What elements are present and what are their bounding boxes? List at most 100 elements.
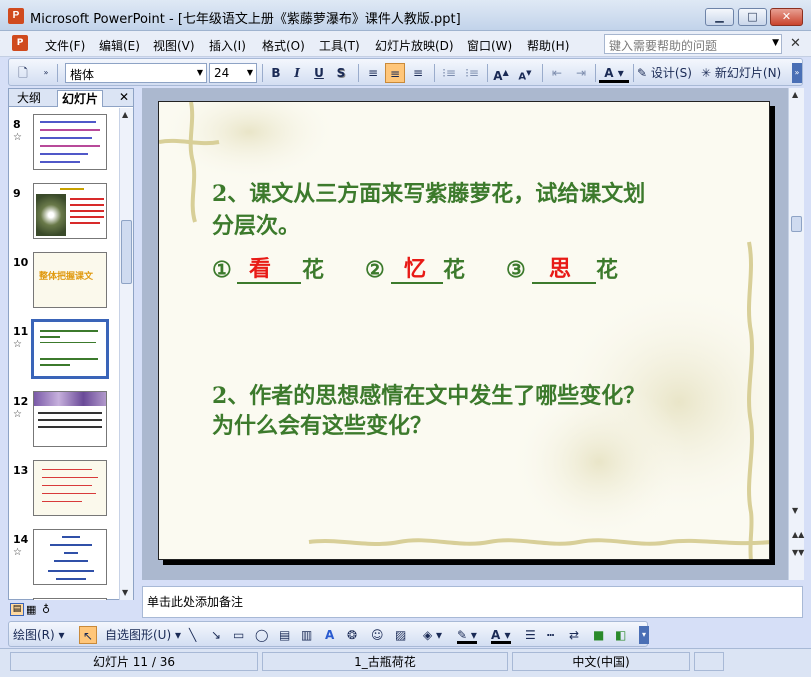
powerpoint-icon[interactable]: P — [8, 8, 24, 24]
status-bar: 幻灯片 11 / 36 1_古瓶荷花 中文(中国) — [0, 648, 811, 677]
line-icon[interactable]: ╲ — [189, 626, 196, 644]
arrow-style-icon[interactable]: ⇄ — [569, 626, 579, 644]
decrease-font-icon[interactable]: A▼ — [515, 63, 535, 83]
design-template-status[interactable]: 1_古瓶荷花 — [262, 652, 508, 671]
tab-slides[interactable]: 幻灯片 — [57, 90, 104, 107]
underline-button[interactable]: U — [310, 63, 328, 83]
slide-thumbnail-12[interactable] — [33, 391, 107, 447]
toolbar-options-icon[interactable]: » — [41, 63, 51, 83]
close-document-icon[interactable]: ✕ — [790, 36, 801, 51]
increase-indent-icon[interactable]: ⇥ — [571, 63, 591, 83]
dash-style-icon[interactable]: ┅ — [547, 626, 554, 644]
bold-button[interactable]: B — [267, 63, 285, 83]
slide-scrollbar[interactable]: ▲ ▼ ▲▲ ▼▼ — [788, 88, 804, 580]
shadow-button[interactable]: S — [332, 63, 350, 83]
picture-icon[interactable]: ▨ — [395, 626, 406, 644]
slide-thumbnail-11[interactable] — [31, 319, 109, 379]
scroll-up-icon[interactable]: ▲ — [792, 90, 798, 99]
line-color-icon[interactable]: ✎ ▾ — [457, 626, 477, 644]
chevron-down-icon[interactable]: ▼ — [772, 38, 779, 48]
line-style-icon[interactable]: ☰ — [525, 626, 536, 644]
minimize-button[interactable]: ▁ — [705, 8, 734, 26]
toolbar-options-icon[interactable]: ▾ — [639, 626, 649, 644]
decrease-indent-icon[interactable]: ⇤ — [547, 63, 567, 83]
numbered-list-icon[interactable]: ⁝≡ — [439, 63, 459, 83]
menu-insert[interactable]: 插入(I) — [209, 37, 246, 54]
slideshow-view-icon[interactable]: ♁ — [42, 603, 50, 616]
wordart-icon[interactable]: A — [325, 626, 334, 644]
title-bar: P Microsoft PowerPoint - [七年级语文上册《紫藤萝瀑布》… — [0, 0, 811, 31]
menu-view[interactable]: 视图(V) — [153, 37, 195, 54]
vertical-textbox-icon[interactable]: ▥ — [301, 626, 312, 644]
slides-scrollbar[interactable]: ▲ ▼ — [119, 108, 133, 600]
new-document-icon[interactable]: 🗋 — [13, 63, 33, 83]
close-button[interactable]: ✕ — [770, 8, 803, 26]
font-color-icon[interactable]: A ▾ — [491, 626, 511, 644]
slide-thumbnail-10[interactable]: 整体把握课文 — [33, 252, 107, 308]
menu-window[interactable]: 窗口(W) — [467, 37, 512, 54]
menu-slideshow[interactable]: 幻灯片放映(D) — [375, 37, 454, 54]
slide-number: 9 — [13, 187, 21, 200]
document-icon[interactable]: P — [12, 35, 28, 51]
arrow-icon[interactable]: ↘ — [211, 626, 221, 644]
scroll-down-icon[interactable]: ▼ — [122, 588, 128, 597]
align-left-icon[interactable]: ≡ — [363, 63, 383, 83]
tab-outline[interactable]: 大纲 — [13, 90, 45, 107]
view-buttons: ▤ ▦ ♁ — [8, 603, 134, 618]
scrollbar-thumb[interactable] — [791, 216, 802, 232]
align-right-icon[interactable]: ≡ — [408, 63, 428, 83]
clipart-icon[interactable]: ☺ — [371, 626, 384, 644]
draw-menu-button[interactable]: 绘图(R) ▾ — [13, 626, 65, 644]
design-button[interactable]: ✎ 设计(S) — [637, 63, 701, 83]
scroll-up-icon[interactable]: ▲ — [122, 110, 128, 119]
new-slide-button[interactable]: ✳ 新幻灯片(N) — [701, 63, 791, 83]
current-slide[interactable]: 2、课文从三方面来写紫藤萝花，试给课文划 分层次。 ① 看 花 ② 忆 花 ③ … — [158, 101, 770, 560]
normal-view-icon[interactable]: ▤ — [10, 603, 24, 616]
slide-sorter-icon[interactable]: ▦ — [26, 603, 36, 616]
window-title: Microsoft PowerPoint - [七年级语文上册《紫藤萝瀑布》课件… — [30, 12, 461, 27]
slide-number: 14 — [13, 533, 29, 546]
autoshapes-button[interactable]: 自选图形(U) ▾ — [105, 626, 181, 644]
shadow-style-icon[interactable]: ■ — [593, 626, 604, 644]
slide-number: 8 — [13, 118, 21, 131]
oval-icon[interactable]: ◯ — [255, 626, 268, 644]
autoshape-label: 自选图形(U) — [105, 628, 172, 642]
next-slide-icon[interactable]: ▼▼ — [792, 548, 804, 557]
blank-2-answer: 忆 — [404, 256, 427, 282]
rectangle-icon[interactable]: ▭ — [233, 626, 244, 644]
slide-thumbnail-9[interactable] — [33, 183, 107, 239]
textbox-icon[interactable]: ▤ — [279, 626, 290, 644]
close-icon[interactable]: ✕ — [119, 90, 129, 104]
slide-thumbnail-14[interactable] — [33, 529, 107, 585]
align-center-icon[interactable]: ≡ — [385, 63, 405, 83]
bullet-list-icon[interactable]: ⁝≡ — [462, 63, 482, 83]
menu-help[interactable]: 帮助(H) — [527, 37, 569, 54]
menu-tools[interactable]: 工具(T) — [319, 37, 360, 54]
diagram-icon[interactable]: ❂ — [347, 626, 357, 644]
slide-number: 11 — [13, 325, 29, 338]
font-name-select[interactable]: 楷体 ▼ — [65, 63, 207, 83]
font-size-select[interactable]: 24 ▼ — [209, 63, 257, 83]
toolbar-separator — [262, 64, 263, 82]
italic-button[interactable]: I — [288, 63, 306, 83]
increase-font-icon[interactable]: A▲ — [491, 63, 511, 83]
help-search-input[interactable]: 键入需要帮助的问题 ▼ — [604, 34, 782, 54]
menu-edit[interactable]: 编辑(E) — [99, 37, 140, 54]
previous-slide-icon[interactable]: ▲▲ — [792, 530, 804, 539]
slide-thumbnail-13[interactable] — [33, 460, 107, 516]
toolbar-separator — [633, 64, 634, 82]
select-pointer-icon[interactable]: ↖ — [79, 626, 97, 644]
menu-file[interactable]: 文件(F) — [45, 37, 85, 54]
slide-thumbnail-15[interactable] — [33, 598, 107, 600]
maximize-button[interactable]: □ — [738, 8, 767, 26]
notes-pane[interactable]: 单击此处添加备注 — [142, 586, 803, 618]
blank-3-prefix: ③ — [506, 257, 526, 283]
toolbar-options-icon[interactable]: » — [792, 63, 802, 83]
menu-format[interactable]: 格式(O) — [262, 37, 305, 54]
scroll-down-icon[interactable]: ▼ — [792, 506, 798, 515]
3d-style-icon[interactable]: ◧ — [615, 626, 626, 644]
scrollbar-thumb[interactable] — [121, 220, 132, 284]
slide-thumbnail-8[interactable] — [33, 114, 107, 170]
fill-color-icon[interactable]: ◈ ▾ — [423, 626, 442, 644]
font-color-icon[interactable]: A ▾ — [599, 63, 629, 83]
